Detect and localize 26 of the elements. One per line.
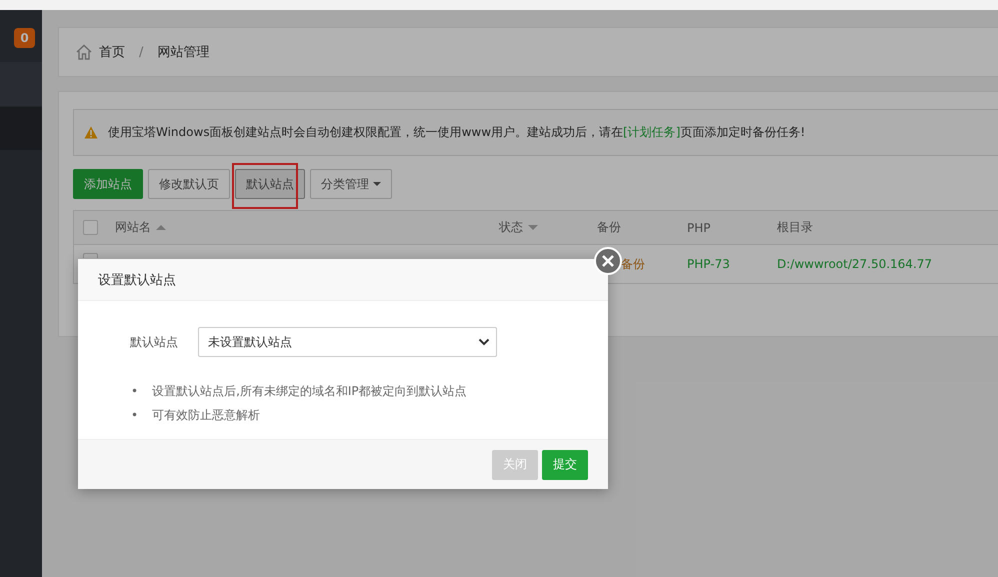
dialog-title: 设置默认站点 <box>78 259 608 301</box>
breadcrumb-separator: / <box>139 44 144 60</box>
category-dropdown[interactable]: 分类管理 <box>310 169 392 199</box>
list-bullet: • <box>131 383 138 399</box>
scheduled-task-link[interactable]: [计划任务] <box>623 125 680 139</box>
php-version-link[interactable]: PHP-73 <box>687 257 777 271</box>
column-header[interactable]: 备份 <box>597 219 621 236</box>
submit-button[interactable]: 提交 <box>542 450 588 480</box>
default-site-select[interactable]: 未设置默认站点 <box>198 327 497 357</box>
column-header[interactable]: PHP <box>687 220 710 234</box>
breadcrumb-link[interactable]: 首页 <box>99 43 125 61</box>
toolbar-button[interactable]: 添加站点 <box>73 169 143 199</box>
field-label: 默认站点 <box>129 334 179 350</box>
notification-badge[interactable]: 0 <box>14 28 35 48</box>
breadcrumb-link[interactable]: 网站管理 <box>157 43 210 61</box>
column-header[interactable]: 网站名 <box>115 219 151 236</box>
list-bullet: • <box>131 407 138 423</box>
column-header[interactable]: 状态 <box>499 219 523 236</box>
column-header[interactable]: 根目录 <box>777 219 813 236</box>
root-directory-link[interactable]: D:/wwwroot/27.50.164.77 <box>777 257 998 271</box>
toolbar-button[interactable]: 默认站点 <box>235 169 305 199</box>
note-item: 可有效防止恶意解析 <box>152 407 260 423</box>
note-item: 设置默认站点后,所有未绑定的域名和IP都被定向到默认站点 <box>152 383 467 399</box>
toolbar-button[interactable]: 修改默认页 <box>148 169 230 199</box>
alert-message: 使用宝塔Windows面板创建站点时会自动创建权限配置，统一使用www用户。建站成功后，请在[计划任务]页面添加定时备份任务! <box>108 124 806 141</box>
backup-link[interactable]: 备份 <box>621 256 645 270</box>
